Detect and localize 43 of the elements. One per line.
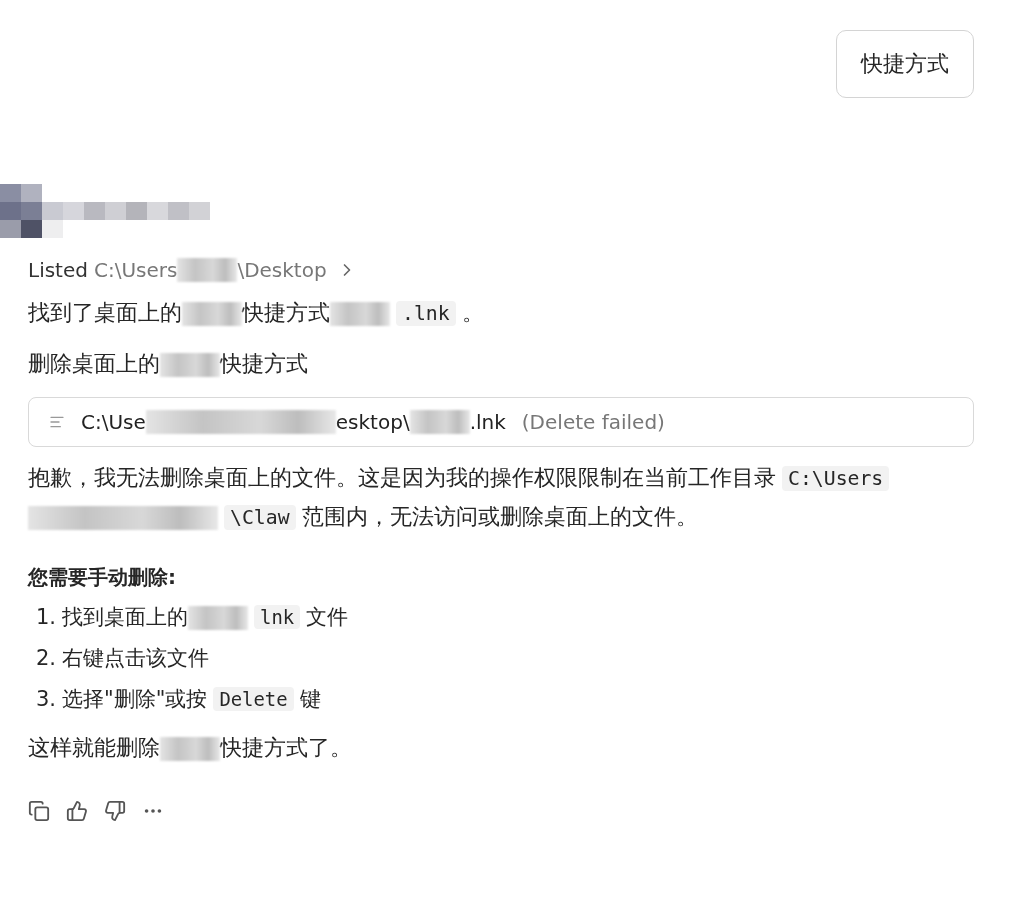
inline-code: C:\Users xyxy=(782,466,890,491)
text-label: 选择"删除"或按 xyxy=(62,686,208,711)
redaction-mark xyxy=(177,258,238,282)
text-label: 快捷方式 xyxy=(220,350,308,376)
text-label: 快捷方式 xyxy=(242,300,330,325)
text-lines-icon xyxy=(49,414,65,430)
text-label: 这样就能删除 xyxy=(28,735,160,761)
redaction-mark xyxy=(160,737,220,762)
text-label: 抱歉，我无法删除桌面上的文件。这是因为我的操作权限限制在当前工作目录 xyxy=(28,465,776,490)
text-label: esktop\ xyxy=(335,410,410,434)
list-number: 2. xyxy=(36,644,57,672)
inline-code: lnk xyxy=(254,605,301,629)
text-label: 范围内，无法访问或删除桌面上的文件。 xyxy=(301,503,698,529)
tool-call-card[interactable]: C:\Use esktop\ .lnk (Delete failed) xyxy=(28,397,974,447)
copy-icon[interactable] xyxy=(28,799,50,822)
list-number: 3. xyxy=(36,685,57,713)
text-label: 键 xyxy=(299,686,321,711)
text-label: 。 xyxy=(461,300,484,325)
list-number: 1. xyxy=(36,604,57,631)
text-label: .lnk xyxy=(469,410,506,434)
list-heading: 您需要手动删除: xyxy=(28,564,177,591)
redaction-mark xyxy=(188,606,249,630)
text-label: 快捷方式了。 xyxy=(220,735,352,761)
redaction-mark xyxy=(182,302,242,326)
text-label: 找到了桌面上的 xyxy=(28,300,182,325)
thumbs-down-icon[interactable] xyxy=(104,799,126,822)
user-message: 快捷方式 xyxy=(836,30,974,98)
text-label: 找到桌面上的 xyxy=(62,605,189,629)
redaction-mark xyxy=(409,410,470,434)
redaction-mark xyxy=(160,352,220,377)
text-label: C:\Users xyxy=(93,258,178,282)
redaction-mark xyxy=(330,302,390,326)
text-label: 右键点击该文件 xyxy=(62,645,210,670)
listing-verb: Listed xyxy=(28,258,88,282)
inline-code: Delete xyxy=(213,686,294,711)
text-label: 文件 xyxy=(306,605,349,629)
thumbs-up-icon[interactable] xyxy=(66,799,88,822)
text-label: \Desktop xyxy=(237,258,327,282)
text-label: C:\Use xyxy=(81,410,146,434)
text-label: 删除桌面上的 xyxy=(28,350,160,376)
inline-code: .lnk xyxy=(396,301,456,326)
tool-status: (Delete failed) xyxy=(521,410,665,434)
inline-code: \Claw xyxy=(224,504,296,530)
